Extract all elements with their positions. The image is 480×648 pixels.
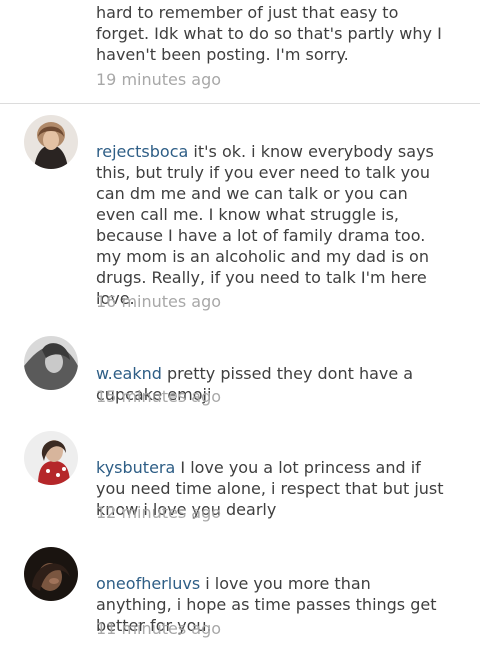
avatar[interactable] [24,547,78,601]
comment-timestamp: 15 minutes ago [96,387,222,406]
comment-timestamp: 11 minutes ago [96,619,222,638]
comment-timestamp: 12 minutes ago [96,503,222,522]
comment-body: rejectsboca it's ok. i know everybody sa… [96,120,446,309]
comment-username[interactable]: w.eaknd [96,364,162,383]
comment-text: it's ok. i know everybody says this, but… [96,142,434,308]
comment-username[interactable]: kysbutera [96,458,175,477]
comment-text: hard to remember of just that easy to fo… [96,3,442,64]
avatar[interactable] [24,431,78,485]
comment-username[interactable]: rejectsboca [96,142,188,161]
comment-username[interactable]: oneofherluvs [96,574,200,593]
avatar[interactable] [24,115,78,169]
comment-timestamp: 16 minutes ago [96,292,222,311]
comment-timestamp: 19 minutes ago [96,70,222,89]
avatar[interactable] [24,336,78,390]
divider [0,103,480,104]
